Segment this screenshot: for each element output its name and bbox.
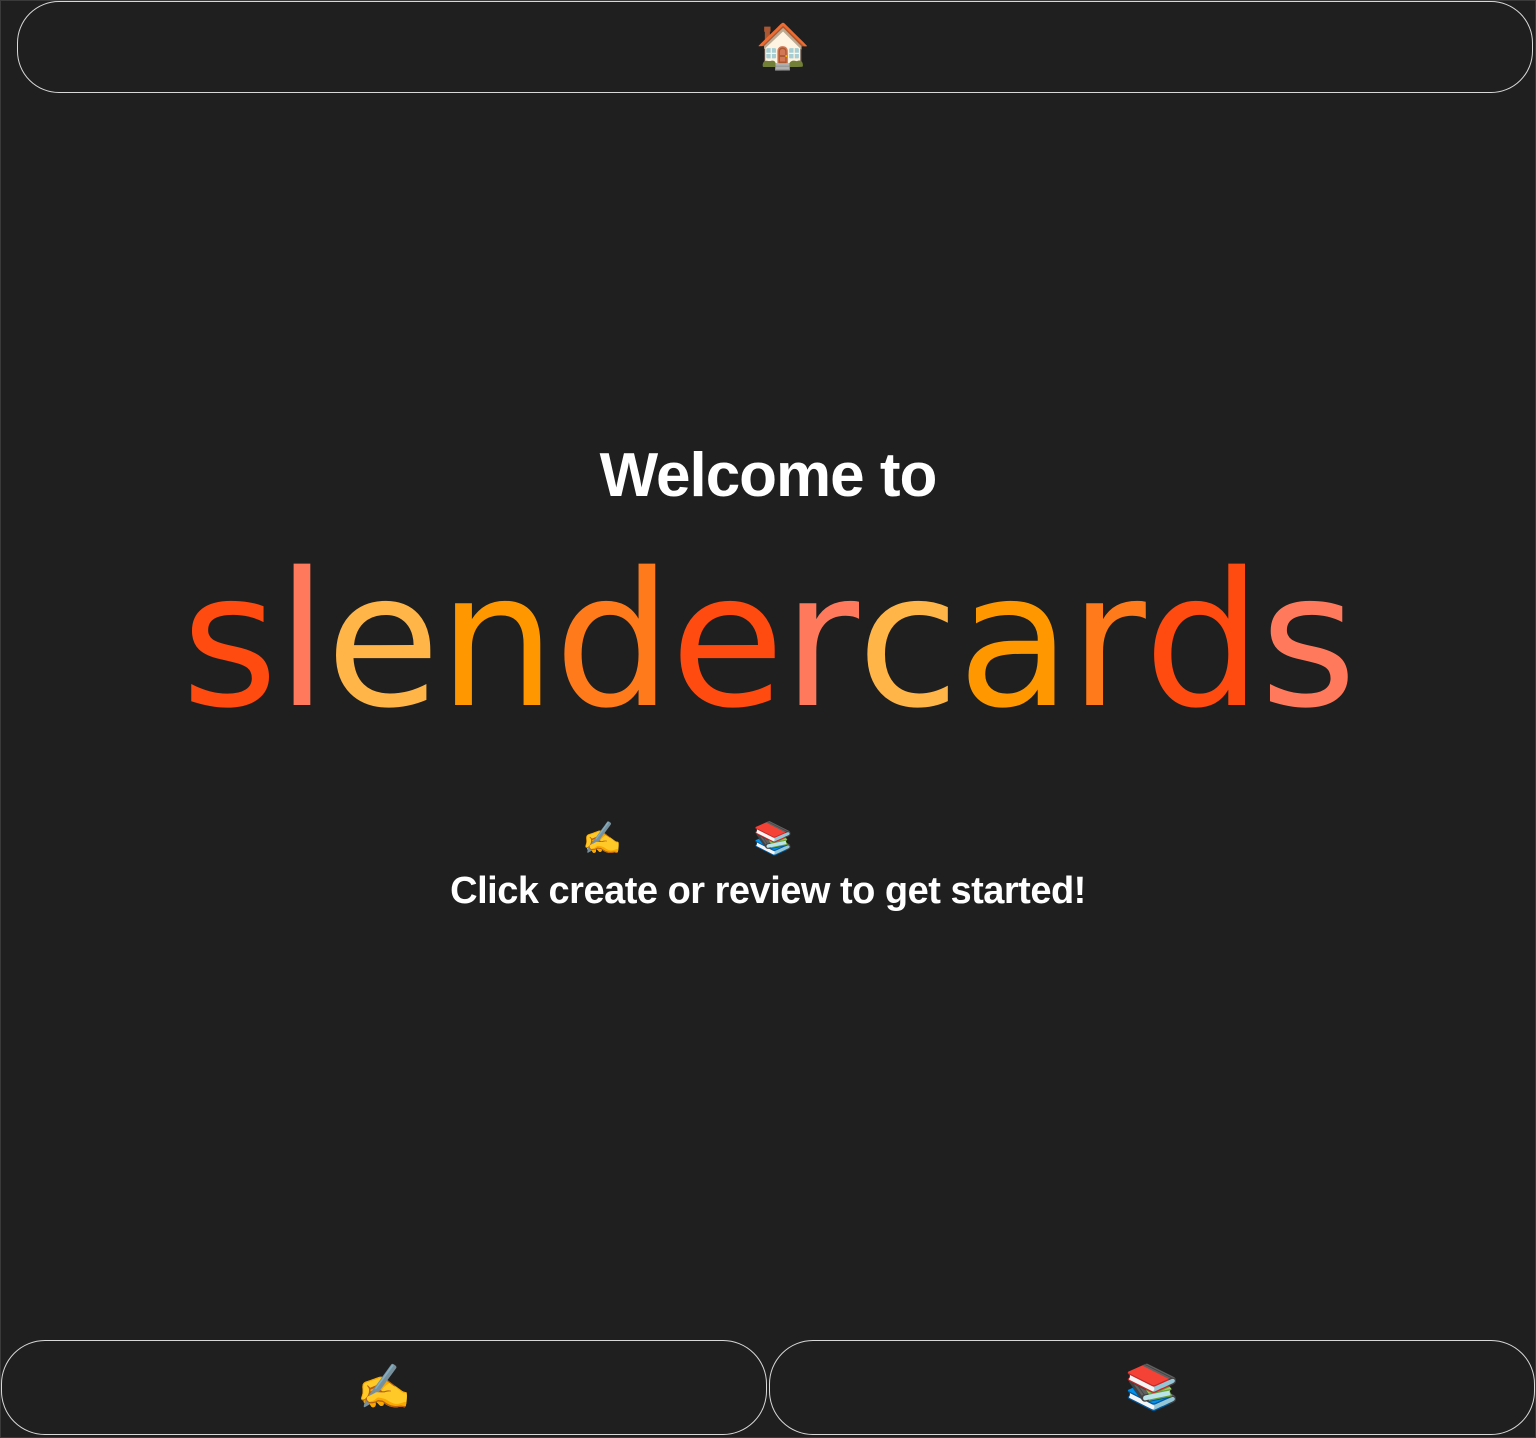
hint-icons: ✍️ 📚	[0, 822, 1536, 862]
welcome-heading: Welcome to	[599, 441, 938, 510]
books-icon: 📚	[753, 819, 793, 857]
brand-letter: s	[1259, 532, 1357, 749]
brand-letter: e	[670, 532, 784, 749]
house-icon: 🏠	[755, 21, 811, 72]
brand-letter: d	[1143, 532, 1262, 749]
brand-letter: a	[957, 532, 1071, 749]
brand-letter: r	[782, 532, 859, 749]
brand-letter: c	[857, 532, 959, 749]
create-button[interactable]: ✍️	[1, 1340, 767, 1435]
brand-letter: l	[276, 532, 328, 749]
brand-letter: r	[1069, 532, 1145, 749]
books-icon: 📚	[1124, 1361, 1180, 1413]
home-nav-button[interactable]: 🏠	[17, 1, 1533, 93]
brand-letter: n	[438, 532, 556, 749]
writing-hand-icon: ✍️	[582, 819, 622, 857]
get-started-hint: Click create or review to get started!	[450, 870, 1086, 912]
brand-letter: d	[554, 532, 672, 749]
writing-hand-icon: ✍️	[356, 1361, 412, 1413]
brand-wordmark: slendercards	[0, 548, 1536, 734]
brand-letter: s	[181, 532, 278, 749]
review-button[interactable]: 📚	[769, 1340, 1535, 1435]
brand-letter: e	[325, 532, 440, 749]
